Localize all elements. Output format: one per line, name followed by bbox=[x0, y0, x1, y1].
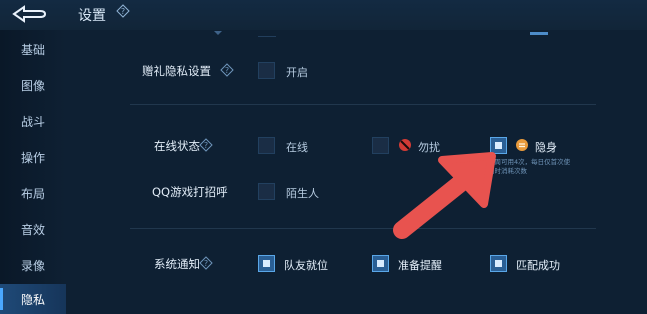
page-title: 设置 bbox=[78, 8, 106, 24]
sidebar-item-battle[interactable]: 战斗 bbox=[0, 106, 66, 136]
help-icon[interactable]: ? bbox=[199, 256, 213, 270]
scroll-indicator bbox=[530, 32, 548, 35]
help-icon[interactable]: ? bbox=[220, 63, 234, 77]
system-notify-label: 系统通知 bbox=[154, 257, 200, 271]
svg-text:?: ? bbox=[204, 259, 208, 268]
annotation-arrow-icon bbox=[393, 152, 496, 239]
qq-greeting-checkbox[interactable] bbox=[258, 183, 275, 200]
match-success-checkbox[interactable] bbox=[490, 255, 507, 272]
divider bbox=[130, 104, 596, 105]
help-icon[interactable]: ? bbox=[199, 138, 213, 152]
divider bbox=[130, 228, 596, 229]
sidebar-item-replay[interactable]: 录像 bbox=[0, 250, 66, 280]
svg-text:?: ? bbox=[204, 141, 208, 150]
clipped-box bbox=[258, 36, 276, 37]
sidebar-item-basic[interactable]: 基础 bbox=[0, 34, 66, 64]
sidebar-item-graphics[interactable]: 图像 bbox=[0, 70, 66, 100]
ready-reminder-checkbox[interactable] bbox=[372, 255, 389, 272]
teammate-ready-label: 队友就位 bbox=[284, 259, 328, 272]
back-arrow-icon[interactable] bbox=[10, 4, 48, 24]
sidebar: 基础 图像 战斗 操作 布局 音效 录像 隐私 bbox=[0, 30, 66, 314]
sidebar-item-layout[interactable]: 布局 bbox=[0, 178, 66, 208]
teammate-ready-checkbox[interactable] bbox=[258, 255, 275, 272]
svg-text:?: ? bbox=[225, 66, 229, 75]
online-status-label: 在线状态 bbox=[154, 139, 200, 153]
svg-text:?: ? bbox=[121, 7, 125, 16]
sidebar-item-privacy[interactable]: 隐私 bbox=[0, 284, 66, 314]
qq-greeting-option-label: 陌生人 bbox=[286, 187, 319, 200]
top-bar: 设置 ? bbox=[0, 0, 647, 30]
ready-reminder-label: 准备提醒 bbox=[398, 259, 442, 272]
sidebar-item-audio[interactable]: 音效 bbox=[0, 214, 66, 244]
online-checkbox[interactable] bbox=[258, 137, 275, 154]
sidebar-item-controls[interactable]: 操作 bbox=[0, 142, 66, 172]
gift-privacy-checkbox[interactable] bbox=[258, 62, 275, 79]
gift-privacy-option-label: 开启 bbox=[286, 66, 308, 79]
gift-privacy-label: 赠礼隐私设置 bbox=[142, 64, 211, 78]
match-success-label: 匹配成功 bbox=[516, 259, 560, 272]
help-icon[interactable]: ? bbox=[116, 4, 130, 18]
qq-greeting-label: QQ游戏打招呼 bbox=[152, 185, 228, 199]
online-option-label: 在线 bbox=[286, 141, 308, 154]
chevron-down-icon bbox=[214, 31, 222, 35]
invisible-option-label: 隐身 bbox=[535, 141, 557, 154]
